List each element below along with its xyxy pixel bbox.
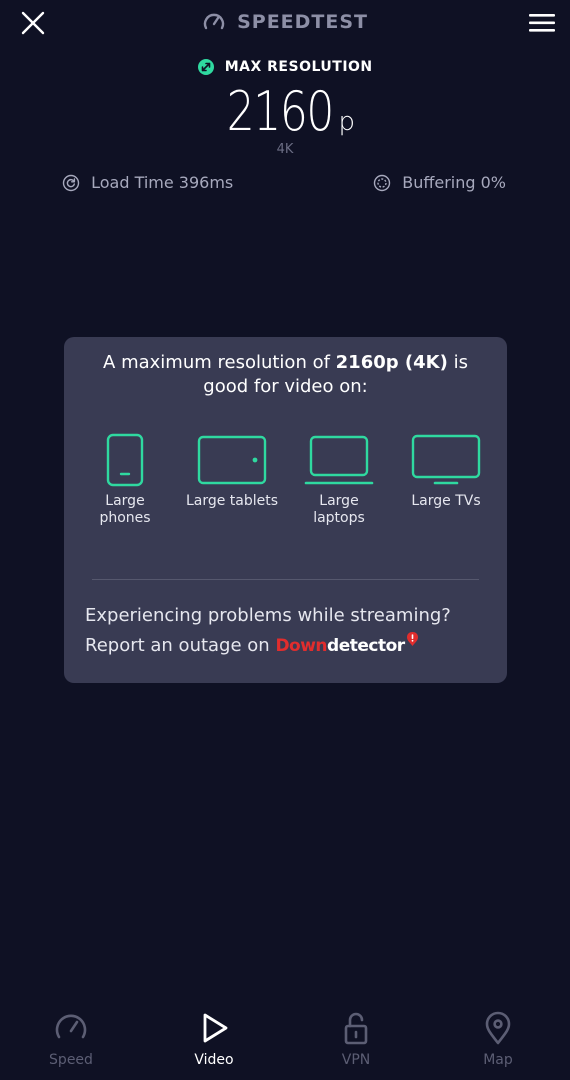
nav-label: VPN <box>341 1052 371 1068</box>
reload-icon <box>62 174 80 191</box>
speedometer-icon <box>55 1014 87 1039</box>
resolution-unit: p <box>338 107 355 137</box>
speedometer-logo-icon <box>203 13 225 30</box>
nav-label: Speed <box>49 1052 93 1068</box>
device-label: Large laptops <box>313 493 365 526</box>
downdetector-alert-icon <box>406 632 418 646</box>
play-icon <box>203 1013 228 1043</box>
card-heading: A maximum resolution of 2160p (4K) is go… <box>64 351 507 399</box>
device-list: Largephones Large tablets Largelaptops <box>64 433 507 543</box>
device-large-laptops: Large laptops <box>284 433 394 527</box>
device-large-phones: Large phones <box>70 433 180 527</box>
card-heading-line2: good for video on: <box>203 376 368 397</box>
bottom-navigation: Speed Video VPN Map <box>0 1000 570 1080</box>
buffering-icon <box>373 174 391 191</box>
header: SPEEDTEST <box>0 0 570 46</box>
nav-vpn[interactable]: VPN <box>306 1010 406 1068</box>
device-label: Large tablets <box>185 493 279 509</box>
resolution-number: 2160 <box>226 80 335 143</box>
downdetector-logo[interactable]: Downdetector <box>275 636 405 656</box>
streaming-problem-text: Experiencing problems while streaming? <box>85 605 451 626</box>
card-heading-resolution: 2160p (4K) <box>335 352 448 373</box>
card-heading-suffix: is <box>447 352 468 373</box>
device-large-tvs: Large TVs <box>391 433 501 510</box>
report-text: Report an outage on <box>85 635 276 656</box>
resolution-sublabel: 4K <box>276 142 294 157</box>
report-outage-link[interactable]: Report an outage on Downdetector <box>85 632 419 656</box>
brand-name: SPEEDTEST <box>237 11 369 33</box>
device-large-tablets: Large tablets <box>177 433 287 510</box>
nav-label: Video <box>194 1052 234 1068</box>
buffering-metric: Buffering 0% <box>373 172 506 192</box>
load-time-metric: Load Time 396ms <box>62 172 233 192</box>
nav-speed[interactable]: Speed <box>21 1010 121 1068</box>
tablet-icon <box>197 435 267 485</box>
map-pin-icon <box>485 1011 511 1045</box>
card-divider <box>92 579 479 580</box>
load-time-text: Load Time 396ms <box>91 173 234 192</box>
nav-label: Map <box>483 1052 513 1068</box>
hamburger-menu-icon[interactable] <box>528 10 556 36</box>
nav-video[interactable]: Video <box>164 1010 264 1068</box>
tv-icon <box>411 434 481 485</box>
buffering-text: Buffering 0% <box>402 173 506 192</box>
phone-icon <box>106 433 144 487</box>
video-test-result-screen: SPEEDTEST MAX RESOLUTION 2160 p 4K Load T… <box>0 0 570 1080</box>
resolution-info-card: A maximum resolution of 2160p (4K) is go… <box>64 337 507 683</box>
resolution-value: 2160 p <box>0 80 570 143</box>
max-resolution-label: MAX RESOLUTION <box>0 58 570 76</box>
resolution-badge-icon <box>198 59 215 75</box>
laptop-icon <box>304 435 374 485</box>
max-resolution-text: MAX RESOLUTION <box>224 59 373 75</box>
unlocked-padlock-icon <box>344 1012 368 1045</box>
speedtest-logo: SPEEDTEST <box>0 10 570 34</box>
device-label: Large TVs <box>411 493 481 509</box>
card-heading-prefix: A maximum resolution of <box>103 352 336 373</box>
device-label: Large phones <box>99 493 151 526</box>
nav-map[interactable]: Map <box>448 1010 548 1068</box>
